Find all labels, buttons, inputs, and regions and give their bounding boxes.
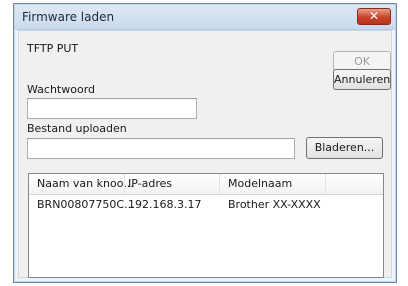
- protocol-label: TFTP PUT: [27, 42, 79, 55]
- close-button[interactable]: ✕: [357, 8, 391, 25]
- upload-label: Bestand uploaden: [27, 122, 127, 135]
- column-header-model-name[interactable]: Modelnaam: [228, 174, 292, 194]
- password-label: Wachtwoord: [27, 83, 96, 96]
- device-list[interactable]: Naam van knoo... IP-adres Modelnaam BRN0…: [28, 173, 384, 278]
- close-icon: ✕: [368, 9, 380, 23]
- cell-ip-address: 192.168.3.17: [128, 198, 202, 211]
- column-separator[interactable]: [325, 174, 326, 194]
- column-header-ip-address[interactable]: IP-adres: [128, 174, 172, 194]
- cell-node-name: BRN00807750C...: [37, 198, 135, 211]
- cell-model-name: Brother XX-XXXX: [228, 198, 321, 211]
- dialog-body: TFTP PUT OK Annuleren Wachtwoord Bestand…: [18, 30, 392, 278]
- firmware-dialog: Firmware laden ✕ TFTP PUT OK Annuleren W…: [13, 3, 397, 283]
- column-header-node-name[interactable]: Naam van knoo...: [37, 174, 134, 194]
- upload-file-field[interactable]: [27, 138, 295, 159]
- window-title: Firmware laden: [22, 10, 115, 24]
- browse-button[interactable]: Bladeren...: [306, 137, 383, 159]
- cancel-button[interactable]: Annuleren: [333, 69, 391, 90]
- column-separator[interactable]: [219, 174, 220, 194]
- table-row[interactable]: BRN00807750C... 192.168.3.17 Brother XX-…: [29, 194, 383, 214]
- password-field[interactable]: [27, 98, 197, 119]
- column-separator[interactable]: [124, 174, 125, 194]
- device-list-header: Naam van knoo... IP-adres Modelnaam: [29, 174, 383, 195]
- title-bar: Firmware laden ✕: [15, 5, 395, 30]
